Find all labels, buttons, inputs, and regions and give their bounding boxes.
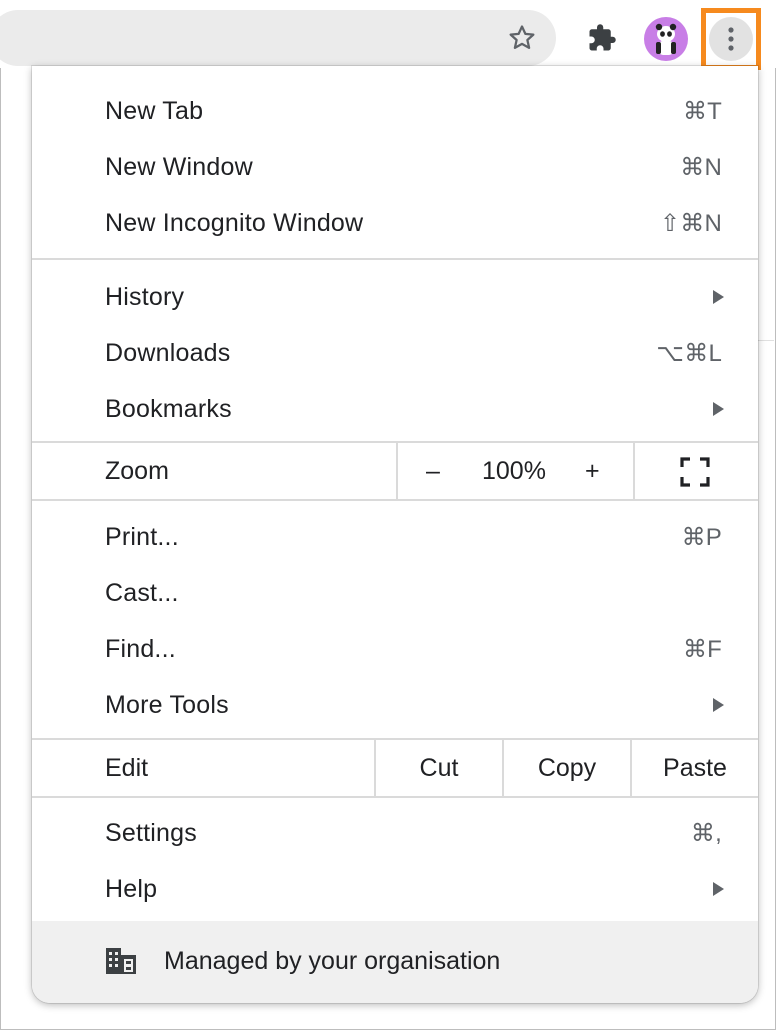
more-vertical-icon <box>728 27 734 51</box>
fullscreen-button[interactable] <box>680 457 710 487</box>
page-divider <box>758 340 774 341</box>
menu-item-label: Bookmarks <box>105 394 232 423</box>
submenu-arrow-icon <box>713 698 724 712</box>
browser-toolbar <box>0 0 776 70</box>
menu-item-help[interactable]: Help <box>32 861 758 917</box>
menu-item-label: New Window <box>105 152 253 181</box>
menu-item-shortcut: ⌘, <box>690 819 722 847</box>
menu-item-shortcut: ⌘F <box>682 635 722 663</box>
menu-item-cast[interactable]: Cast... <box>32 565 758 621</box>
menu-separator <box>32 499 758 501</box>
menu-item-shortcut: ⌘N <box>680 153 722 181</box>
copy-button[interactable]: Copy <box>504 754 630 783</box>
menu-item-label: New Tab <box>105 96 204 125</box>
menu-item-shortcut: ⌥⌘L <box>656 339 722 367</box>
menu-button-background <box>709 17 753 61</box>
menu-item-label: More Tools <box>105 690 229 719</box>
building-icon <box>106 948 136 974</box>
menu-item-new-tab[interactable]: New Tab ⌘T <box>32 83 758 139</box>
zoom-out-button[interactable]: – <box>426 457 440 486</box>
menu-item-label: New Incognito Window <box>105 208 364 237</box>
address-bar[interactable] <box>0 10 556 66</box>
chrome-app-menu: New Tab ⌘T New Window ⌘N New Incognito W… <box>32 66 758 1003</box>
managed-label: Managed by your organisation <box>164 947 501 975</box>
star-icon <box>509 25 535 49</box>
managed-by-organisation[interactable]: Managed by your organisation <box>32 921 758 1003</box>
zoom-divider <box>633 443 635 499</box>
menu-item-label: Downloads <box>105 338 231 367</box>
menu-item-print[interactable]: Print... ⌘P <box>32 509 758 565</box>
menu-item-label: Print... <box>105 522 179 551</box>
zoom-label: Zoom <box>105 457 169 485</box>
menu-item-label: Settings <box>105 818 197 847</box>
menu-item-more-tools[interactable]: More Tools <box>32 677 758 733</box>
edit-row: Edit Cut Copy Paste <box>32 740 758 796</box>
puzzle-icon <box>589 24 616 51</box>
menu-item-shortcut: ⌘P <box>681 523 722 551</box>
zoom-level: 100% <box>482 457 546 485</box>
menu-item-find[interactable]: Find... ⌘F <box>32 621 758 677</box>
menu-item-new-incognito-window[interactable]: New Incognito Window ⇧⌘N <box>32 195 758 251</box>
menu-item-history[interactable]: History <box>32 269 758 325</box>
extensions-button[interactable] <box>582 18 622 58</box>
profile-avatar[interactable] <box>644 17 688 61</box>
menu-item-new-window[interactable]: New Window ⌘N <box>32 139 758 195</box>
menu-item-label: Find... <box>105 634 176 663</box>
menu-item-downloads[interactable]: Downloads ⌥⌘L <box>32 325 758 381</box>
menu-item-label: Cast... <box>105 578 179 607</box>
bookmark-star-button[interactable] <box>502 18 542 58</box>
submenu-arrow-icon <box>713 402 724 416</box>
menu-item-label: History <box>105 282 185 311</box>
submenu-arrow-icon <box>713 882 724 896</box>
submenu-arrow-icon <box>713 290 724 304</box>
menu-item-bookmarks[interactable]: Bookmarks <box>32 381 758 437</box>
cut-button[interactable]: Cut <box>376 754 502 783</box>
menu-separator <box>32 258 758 260</box>
zoom-row: Zoom – 100% + <box>32 443 758 499</box>
fullscreen-icon <box>680 457 710 487</box>
customize-menu-button[interactable] <box>701 8 761 70</box>
menu-item-settings[interactable]: Settings ⌘, <box>32 805 758 861</box>
menu-separator <box>32 796 758 798</box>
edit-label: Edit <box>105 754 149 782</box>
zoom-divider <box>396 443 398 499</box>
menu-item-shortcut: ⌘T <box>682 97 722 125</box>
zoom-in-button[interactable]: + <box>585 457 600 486</box>
panda-avatar-icon <box>655 23 677 55</box>
paste-button[interactable]: Paste <box>632 754 758 783</box>
menu-item-label: Help <box>105 874 158 903</box>
menu-item-shortcut: ⇧⌘N <box>659 209 722 237</box>
